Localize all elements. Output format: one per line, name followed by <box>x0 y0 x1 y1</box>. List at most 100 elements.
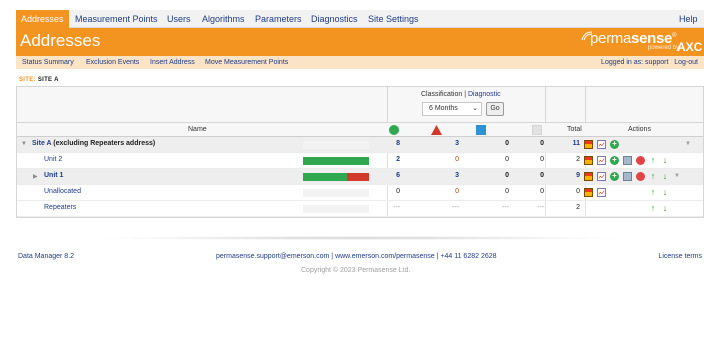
nav-users[interactable]: Users <box>167 10 191 28</box>
move-up-icon[interactable]: ↑ <box>650 188 656 197</box>
site-name: SITE A <box>37 77 59 83</box>
count-total: 0 <box>576 188 580 195</box>
count-unknown: 0 <box>540 172 544 179</box>
flag-icon[interactable] <box>584 140 593 149</box>
nav-algorithms[interactable]: Algorithms <box>202 10 245 28</box>
unit-2-link[interactable]: Unit 2 <box>44 156 62 163</box>
chart-icon[interactable] <box>597 188 606 197</box>
sub-navigation: Status Summary Exclusion Events Insert A… <box>16 56 704 69</box>
unit-1-link[interactable]: Unit 1 <box>44 172 63 179</box>
column-total: Total <box>567 126 582 133</box>
subnav-move-measurement-points[interactable]: Move Measurement Points <box>205 56 288 69</box>
add-icon[interactable]: + <box>610 140 619 149</box>
support-email-link[interactable]: permasense.support@emerson.com <box>216 253 329 260</box>
site-label: SITE: SITE A <box>19 77 59 83</box>
period-select[interactable]: 6 Months ⌄ <box>422 102 482 116</box>
warning-triangle-icon <box>431 125 442 135</box>
column-actions: Actions <box>628 126 651 133</box>
count-info: 0 <box>505 140 509 147</box>
status-bar-ok-segment <box>303 157 369 165</box>
move-down-icon[interactable]: ↓ <box>662 188 668 197</box>
chevron-down-icon[interactable]: ▼ <box>685 140 692 149</box>
flag-icon[interactable] <box>584 172 593 181</box>
move-up-icon[interactable]: ↑ <box>650 204 656 213</box>
status-bar <box>303 205 369 213</box>
logged-in-user: support <box>645 59 669 66</box>
count-ok: 0 <box>396 188 400 195</box>
logo-axc: AXC <box>677 40 703 54</box>
subnav-insert-address[interactable]: Insert Address <box>150 56 195 69</box>
count-ok: --- <box>393 204 400 211</box>
chevron-down-icon[interactable]: ▼ <box>674 172 681 181</box>
top-navigation: Addresses Measurement Points Users Algor… <box>16 10 704 28</box>
address-table: Classification | Diagnostic 6 Months ⌄ G… <box>16 86 704 218</box>
delete-icon[interactable] <box>636 172 645 181</box>
move-down-icon[interactable]: ↓ <box>662 204 668 213</box>
login-status: Logged in as: support Log-out <box>601 59 698 66</box>
chart-icon[interactable] <box>597 140 606 149</box>
logout-link[interactable]: Log-out <box>674 59 698 66</box>
table-row-unallocated[interactable]: Unallocated 0 0 0 0 0 ↑ ↓ <box>17 185 703 201</box>
nav-measurement-points[interactable]: Measurement Points <box>75 10 158 28</box>
add-icon[interactable]: + <box>610 172 619 181</box>
chart-icon[interactable] <box>597 172 606 181</box>
count-total: 2 <box>576 204 580 211</box>
collapse-arrow-icon[interactable]: ▼ <box>21 141 27 147</box>
flag-icon[interactable] <box>584 188 593 197</box>
count-info: 0 <box>505 188 509 195</box>
count-unknown: --- <box>537 204 544 211</box>
count-info: 0 <box>505 172 509 179</box>
subnav-exclusion-events[interactable]: Exclusion Events <box>86 56 139 69</box>
count-warning[interactable]: 3 <box>439 172 459 179</box>
count-unknown: 0 <box>540 156 544 163</box>
license-terms-link[interactable]: License terms <box>658 253 702 260</box>
count-info: --- <box>502 204 509 211</box>
version-label: Data Manager 8.2 <box>18 253 75 260</box>
repeaters-link[interactable]: Repeaters <box>44 204 76 211</box>
unallocated-link[interactable]: Unallocated <box>44 188 81 195</box>
site-a-link[interactable]: Site A <box>32 140 51 147</box>
count-total[interactable]: 9 <box>560 172 580 179</box>
nav-parameters[interactable]: Parameters <box>255 10 302 28</box>
count-ok[interactable]: 6 <box>380 172 400 179</box>
nav-diagnostics[interactable]: Diagnostics <box>311 10 358 28</box>
move-up-icon[interactable]: ↑ <box>650 172 656 181</box>
count-ok[interactable]: 2 <box>380 156 400 163</box>
table-row-repeaters[interactable]: Repeaters --- --- --- --- 2 ↑ ↓ <box>17 201 703 217</box>
contact-info: permasense.support@emerson.com | www.eme… <box>216 253 497 260</box>
table-row-site-a[interactable]: ▼ Site A (excluding Repeaters address) 8… <box>17 137 703 153</box>
status-bar-ok-segment <box>303 173 347 181</box>
nav-help[interactable]: Help <box>679 10 698 28</box>
count-warning: 0 <box>455 188 459 195</box>
move-down-icon[interactable]: ↓ <box>662 172 668 181</box>
copyright: Copyright © 2023 Permasense Ltd. <box>301 267 411 274</box>
count-total[interactable]: 11 <box>560 140 580 147</box>
go-button[interactable]: Go <box>486 102 504 116</box>
column-name: Name <box>188 126 207 133</box>
expand-arrow-icon[interactable]: ▶ <box>33 173 38 180</box>
website-link[interactable]: www.emerson.com/permasense <box>335 253 435 260</box>
table-row-unit-1[interactable]: ▶ Unit 1 6 3 0 0 9 + ↑ ↓ ▼ <box>17 169 703 185</box>
count-unknown: 0 <box>540 140 544 147</box>
delete-icon[interactable] <box>636 156 645 165</box>
subnav-status-summary[interactable]: Status Summary <box>22 56 74 69</box>
flag-icon[interactable] <box>584 156 593 165</box>
edit-icon[interactable] <box>623 172 632 181</box>
move-up-icon[interactable]: ↑ <box>650 156 656 165</box>
count-total: 2 <box>576 156 580 163</box>
permasense-logo: permasense® powered by AXC <box>580 30 704 56</box>
chart-icon[interactable] <box>597 156 606 165</box>
status-bar <box>303 173 369 181</box>
diagnostic-link[interactable]: Diagnostic <box>468 91 501 98</box>
edit-icon[interactable] <box>623 156 632 165</box>
move-down-icon[interactable]: ↓ <box>662 156 668 165</box>
table-row-unit-2[interactable]: Unit 2 2 0 0 0 2 + ↑ ↓ <box>17 153 703 169</box>
nav-site-settings[interactable]: Site Settings <box>368 10 419 28</box>
count-info: 0 <box>505 156 509 163</box>
count-ok[interactable]: 8 <box>380 140 400 147</box>
add-icon[interactable]: + <box>610 156 619 165</box>
status-bar <box>303 141 369 149</box>
count-warning[interactable]: 3 <box>439 140 459 147</box>
status-bar-warning-segment <box>347 173 369 181</box>
nav-addresses[interactable]: Addresses <box>16 10 69 28</box>
